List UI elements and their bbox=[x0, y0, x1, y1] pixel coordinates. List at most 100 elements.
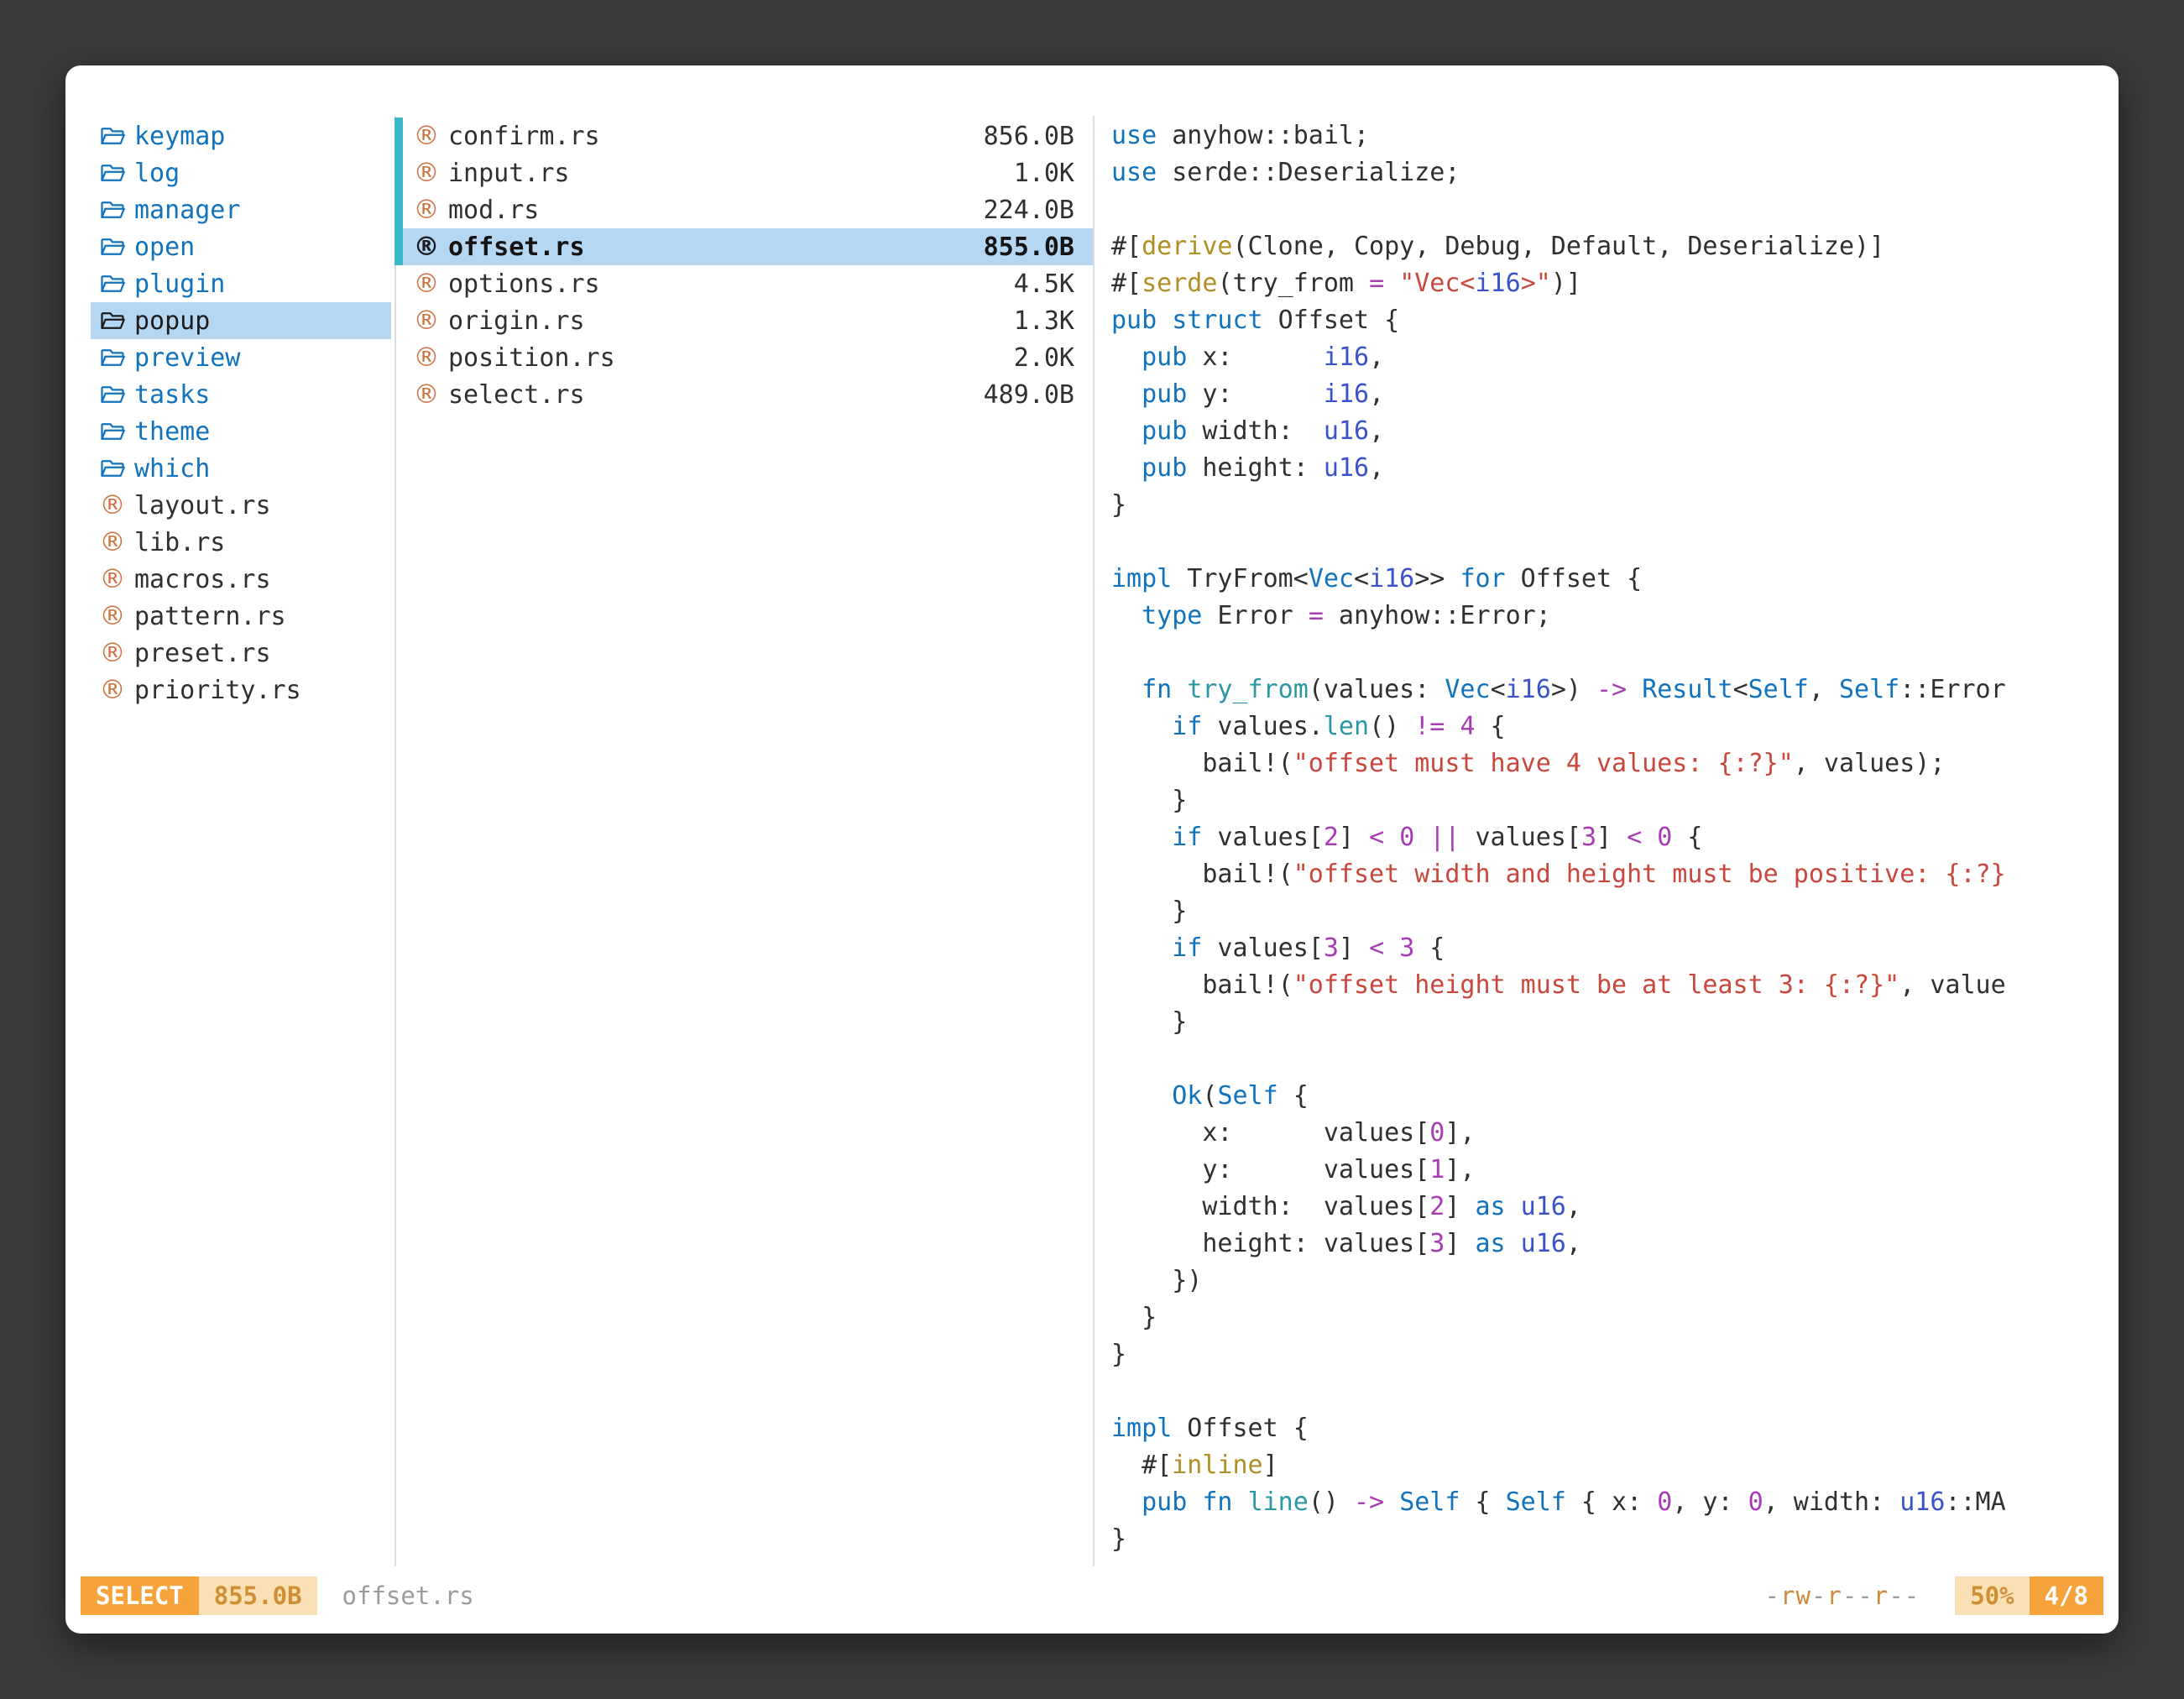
code-token: width: bbox=[1187, 416, 1324, 446]
code-token: #[ bbox=[1111, 1451, 1172, 1480]
code-token: 0 bbox=[1657, 823, 1672, 852]
code-token: (values: bbox=[1309, 675, 1445, 704]
code-token: impl bbox=[1111, 564, 1172, 593]
code-token: = bbox=[1369, 269, 1384, 298]
rust-file-icon: ® bbox=[411, 269, 442, 299]
perm-char: w bbox=[1795, 1581, 1810, 1610]
code-token: 3 bbox=[1429, 1229, 1445, 1258]
code-token: TryFrom< bbox=[1172, 564, 1309, 593]
code-token: { bbox=[1278, 1081, 1309, 1111]
code-token: height: bbox=[1187, 453, 1324, 483]
item-size: 2.0K bbox=[1014, 343, 1074, 373]
code-token bbox=[1627, 675, 1642, 704]
folder-open-icon bbox=[97, 234, 128, 259]
rust-file-icon: ® bbox=[97, 675, 128, 705]
code-token bbox=[1414, 823, 1429, 852]
file-item-select-rs[interactable]: ®select.rs489.0B bbox=[394, 376, 1093, 413]
file-item-mod-rs[interactable]: ®mod.rs224.0B bbox=[394, 191, 1093, 228]
parent-item-plugin[interactable]: plugin bbox=[91, 265, 391, 302]
parent-item-theme[interactable]: theme bbox=[91, 413, 391, 450]
parent-item-popup[interactable]: popup bbox=[91, 302, 391, 339]
code-token: "offset width and height must be positiv… bbox=[1293, 860, 2006, 889]
parent-item-open[interactable]: open bbox=[91, 228, 391, 265]
code-token: ] bbox=[1263, 1451, 1278, 1480]
parent-item-which[interactable]: which bbox=[91, 450, 391, 487]
code-line: use serde::Deserialize; bbox=[1111, 154, 2105, 191]
code-token: if bbox=[1172, 712, 1202, 741]
code-token bbox=[1233, 1487, 1248, 1517]
code-token bbox=[1111, 1487, 1142, 1517]
parent-item-lib-rs[interactable]: ®lib.rs bbox=[91, 524, 391, 561]
code-line bbox=[1111, 1373, 2105, 1410]
file-item-origin-rs[interactable]: ®origin.rs1.3K bbox=[394, 302, 1093, 339]
code-token: Vec bbox=[1309, 564, 1354, 593]
parent-item-macros-rs[interactable]: ®macros.rs bbox=[91, 561, 391, 598]
code-token: 3 bbox=[1399, 933, 1414, 963]
status-filename: offset.rs bbox=[342, 1581, 474, 1610]
code-token: pub bbox=[1142, 379, 1187, 409]
code-token bbox=[1172, 675, 1187, 704]
code-token: width: values[ bbox=[1111, 1192, 1429, 1221]
code-token: impl bbox=[1111, 1414, 1172, 1443]
perm-char: - bbox=[1811, 1581, 1826, 1610]
file-item-options-rs[interactable]: ®options.rs4.5K bbox=[394, 265, 1093, 302]
code-token: u16 bbox=[1521, 1229, 1566, 1258]
code-token bbox=[1111, 379, 1142, 409]
parent-item-preset-rs[interactable]: ®preset.rs bbox=[91, 635, 391, 672]
code-token: ], bbox=[1445, 1155, 1475, 1184]
code-token: 3 bbox=[1324, 933, 1339, 963]
parent-item-keymap[interactable]: keymap bbox=[91, 118, 391, 154]
code-line: pub y: i16, bbox=[1111, 376, 2105, 413]
code-token: "Vec< bbox=[1399, 269, 1475, 298]
code-token bbox=[1187, 1487, 1202, 1517]
parent-item-priority-rs[interactable]: ®priority.rs bbox=[91, 672, 391, 708]
code-token: type bbox=[1142, 601, 1202, 630]
code-token bbox=[1384, 1487, 1399, 1517]
file-item-confirm-rs[interactable]: ®confirm.rs856.0B bbox=[394, 118, 1093, 154]
rust-file-icon: ® bbox=[411, 121, 442, 151]
code-token: inline bbox=[1172, 1451, 1262, 1480]
code-token: use bbox=[1111, 158, 1157, 187]
code-line: #[derive(Clone, Copy, Debug, Default, De… bbox=[1111, 228, 2105, 265]
item-label: preview bbox=[134, 343, 240, 373]
parent-item-manager[interactable]: manager bbox=[91, 191, 391, 228]
parent-item-log[interactable]: log bbox=[91, 154, 391, 191]
code-token: 2 bbox=[1324, 823, 1339, 852]
code-line: width: values[2] as u16, bbox=[1111, 1189, 2105, 1226]
file-item-position-rs[interactable]: ®position.rs2.0K bbox=[394, 339, 1093, 376]
code-line: #[inline] bbox=[1111, 1447, 2105, 1484]
parent-item-pattern-rs[interactable]: ®pattern.rs bbox=[91, 598, 391, 635]
parent-item-layout-rs[interactable]: ®layout.rs bbox=[91, 487, 391, 524]
code-line bbox=[1111, 191, 2105, 228]
perm-char: r bbox=[1873, 1581, 1889, 1610]
code-token bbox=[1384, 823, 1399, 852]
code-line bbox=[1111, 635, 2105, 672]
item-label: which bbox=[134, 454, 210, 484]
code-token: , width: bbox=[1763, 1487, 1900, 1517]
code-token: < bbox=[1491, 675, 1506, 704]
parent-item-preview[interactable]: preview bbox=[91, 339, 391, 376]
code-token: { bbox=[1414, 933, 1445, 963]
item-label: position.rs bbox=[448, 343, 615, 373]
code-token bbox=[1111, 601, 1142, 630]
parent-item-tasks[interactable]: tasks bbox=[91, 376, 391, 413]
code-token: fn bbox=[1142, 675, 1172, 704]
code-token: Offset { bbox=[1172, 1414, 1309, 1443]
code-line: } bbox=[1111, 487, 2105, 524]
item-label: origin.rs bbox=[448, 306, 585, 336]
code-line: type Error = anyhow::Error; bbox=[1111, 598, 2105, 635]
file-item-offset-rs[interactable]: ®offset.rs855.0B bbox=[394, 228, 1093, 265]
code-token: i16 bbox=[1369, 564, 1414, 593]
code-token: < bbox=[1369, 823, 1384, 852]
code-token: derive bbox=[1142, 232, 1232, 261]
code-line: height: values[3] as u16, bbox=[1111, 1226, 2105, 1262]
code-token: ] bbox=[1339, 823, 1369, 852]
code-token: u16 bbox=[1521, 1192, 1566, 1221]
code-token: pub bbox=[1142, 453, 1187, 483]
code-token: () bbox=[1309, 1487, 1354, 1517]
file-item-input-rs[interactable]: ®input.rs1.0K bbox=[394, 154, 1093, 191]
code-token: Ok bbox=[1172, 1081, 1202, 1111]
rust-file-icon: ® bbox=[97, 490, 128, 520]
code-line: if values[2] < 0 || values[3] < 0 { bbox=[1111, 819, 2105, 856]
code-line bbox=[1111, 524, 2105, 561]
